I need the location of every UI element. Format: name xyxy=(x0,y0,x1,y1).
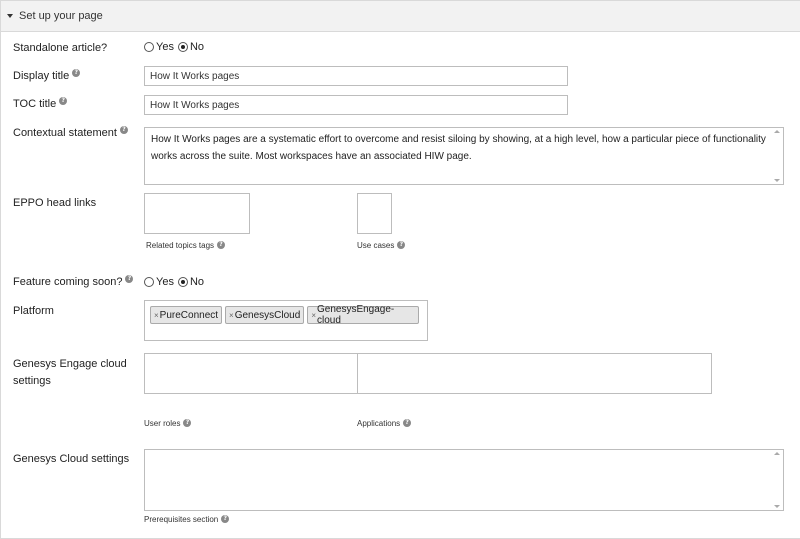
toc-title-label: TOC title? xyxy=(13,97,68,111)
caret-down-icon[interactable] xyxy=(7,14,13,18)
prerequisites-caption: Prerequisites section? xyxy=(144,515,230,524)
question-circle-icon[interactable]: ? xyxy=(59,97,68,105)
textarea-scrollbar[interactable] xyxy=(773,452,781,508)
standalone-label: Standalone article? xyxy=(13,41,107,55)
question-circle-icon[interactable]: ? xyxy=(221,515,230,523)
feature-coming-label-text: Feature coming soon? xyxy=(13,276,123,288)
platform-tag: × GenesysCloud xyxy=(225,306,305,324)
applications-caption-text: Applications xyxy=(357,419,401,428)
feature-no-radio[interactable] xyxy=(177,277,188,287)
standalone-yes-label[interactable]: Yes xyxy=(156,41,174,53)
related-topics-caption: Related topics tags? xyxy=(146,241,226,250)
platform-tag-label: GenesysCloud xyxy=(234,309,301,321)
question-circle-icon[interactable]: ? xyxy=(397,241,406,249)
question-circle-icon[interactable]: ? xyxy=(119,126,128,134)
eppo-label: EPPO head links xyxy=(13,197,97,209)
applications-caption: Applications? xyxy=(357,419,412,428)
section-title: Set up your page xyxy=(19,10,103,22)
feature-yes-label[interactable]: Yes xyxy=(156,276,174,288)
use-cases-caption: Use cases? xyxy=(357,241,406,250)
contextual-statement-text: How It Works pages are a systematic effo… xyxy=(151,134,766,162)
section-header[interactable]: Set up your page xyxy=(1,1,800,32)
feature-coming-label: Feature coming soon?? xyxy=(13,275,134,289)
feature-radio-group: Yes No xyxy=(144,276,208,288)
scroll-up-icon[interactable] xyxy=(774,130,780,133)
standalone-radio-group: Yes No xyxy=(144,41,208,53)
toc-title-label-text: TOC title xyxy=(13,98,57,110)
platform-tag-label: GenesysEngage-cloud xyxy=(316,304,395,326)
standalone-yes-radio[interactable] xyxy=(144,42,154,52)
question-circle-icon[interactable]: ? xyxy=(125,275,134,283)
standalone-label-text: Standalone article? xyxy=(13,42,108,54)
user-roles-box[interactable] xyxy=(144,353,358,394)
scroll-down-icon[interactable] xyxy=(774,179,780,182)
question-circle-icon[interactable]: ? xyxy=(183,419,192,427)
scroll-down-icon[interactable] xyxy=(774,505,780,508)
platform-tag-input[interactable]: × PureConnect × GenesysCloud × GenesysEn… xyxy=(144,300,428,341)
platform-tag: × PureConnect xyxy=(150,306,223,324)
x-icon[interactable]: × xyxy=(154,311,159,320)
display-title-label-text: Display title xyxy=(13,70,70,82)
display-title-input[interactable]: How It Works pages xyxy=(144,66,568,86)
feature-no-label[interactable]: No xyxy=(190,276,204,288)
user-roles-caption-text: User roles xyxy=(144,419,181,428)
user-roles-caption: User roles? xyxy=(144,419,192,428)
related-topics-box[interactable] xyxy=(144,193,250,234)
genesys-cloud-label: Genesys Cloud settings xyxy=(13,453,130,465)
prerequisites-caption-text: Prerequisites section xyxy=(144,515,219,524)
related-topics-caption-text: Related topics tags xyxy=(146,241,215,250)
x-icon[interactable]: × xyxy=(229,311,234,320)
textarea-scrollbar[interactable] xyxy=(773,130,781,182)
contextual-statement-textarea[interactable]: How It Works pages are a systematic effo… xyxy=(144,127,784,185)
engage-cloud-label-line1: Genesys Engage cloud xyxy=(13,358,127,370)
question-circle-icon[interactable]: ? xyxy=(72,69,81,77)
question-circle-icon[interactable]: ? xyxy=(217,241,226,249)
setup-panel: Set up your page Standalone article? Yes… xyxy=(0,0,800,539)
feature-yes-radio[interactable] xyxy=(144,277,154,287)
standalone-no-label[interactable]: No xyxy=(190,41,204,53)
x-icon[interactable]: × xyxy=(311,311,316,320)
platform-label: Platform xyxy=(13,305,54,317)
platform-tag: × GenesysEngage-cloud xyxy=(307,304,419,326)
question-circle-icon[interactable]: ? xyxy=(403,419,412,427)
scroll-up-icon[interactable] xyxy=(774,452,780,455)
use-cases-caption-text: Use cases xyxy=(357,241,395,250)
prerequisites-textarea[interactable] xyxy=(144,449,784,511)
toc-title-input[interactable]: How It Works pages xyxy=(144,95,568,115)
use-cases-box[interactable] xyxy=(357,193,392,234)
contextual-statement-label: Contextual statement? xyxy=(13,126,128,140)
applications-box[interactable] xyxy=(357,353,712,394)
display-title-label: Display title? xyxy=(13,69,81,83)
contextual-statement-label-text: Contextual statement xyxy=(13,127,117,139)
platform-tag-label: PureConnect xyxy=(159,309,219,321)
engage-cloud-label-line2: settings xyxy=(13,375,51,387)
standalone-no-radio[interactable] xyxy=(177,42,188,52)
engage-cloud-label: Genesys Engage cloud settings xyxy=(13,356,127,390)
